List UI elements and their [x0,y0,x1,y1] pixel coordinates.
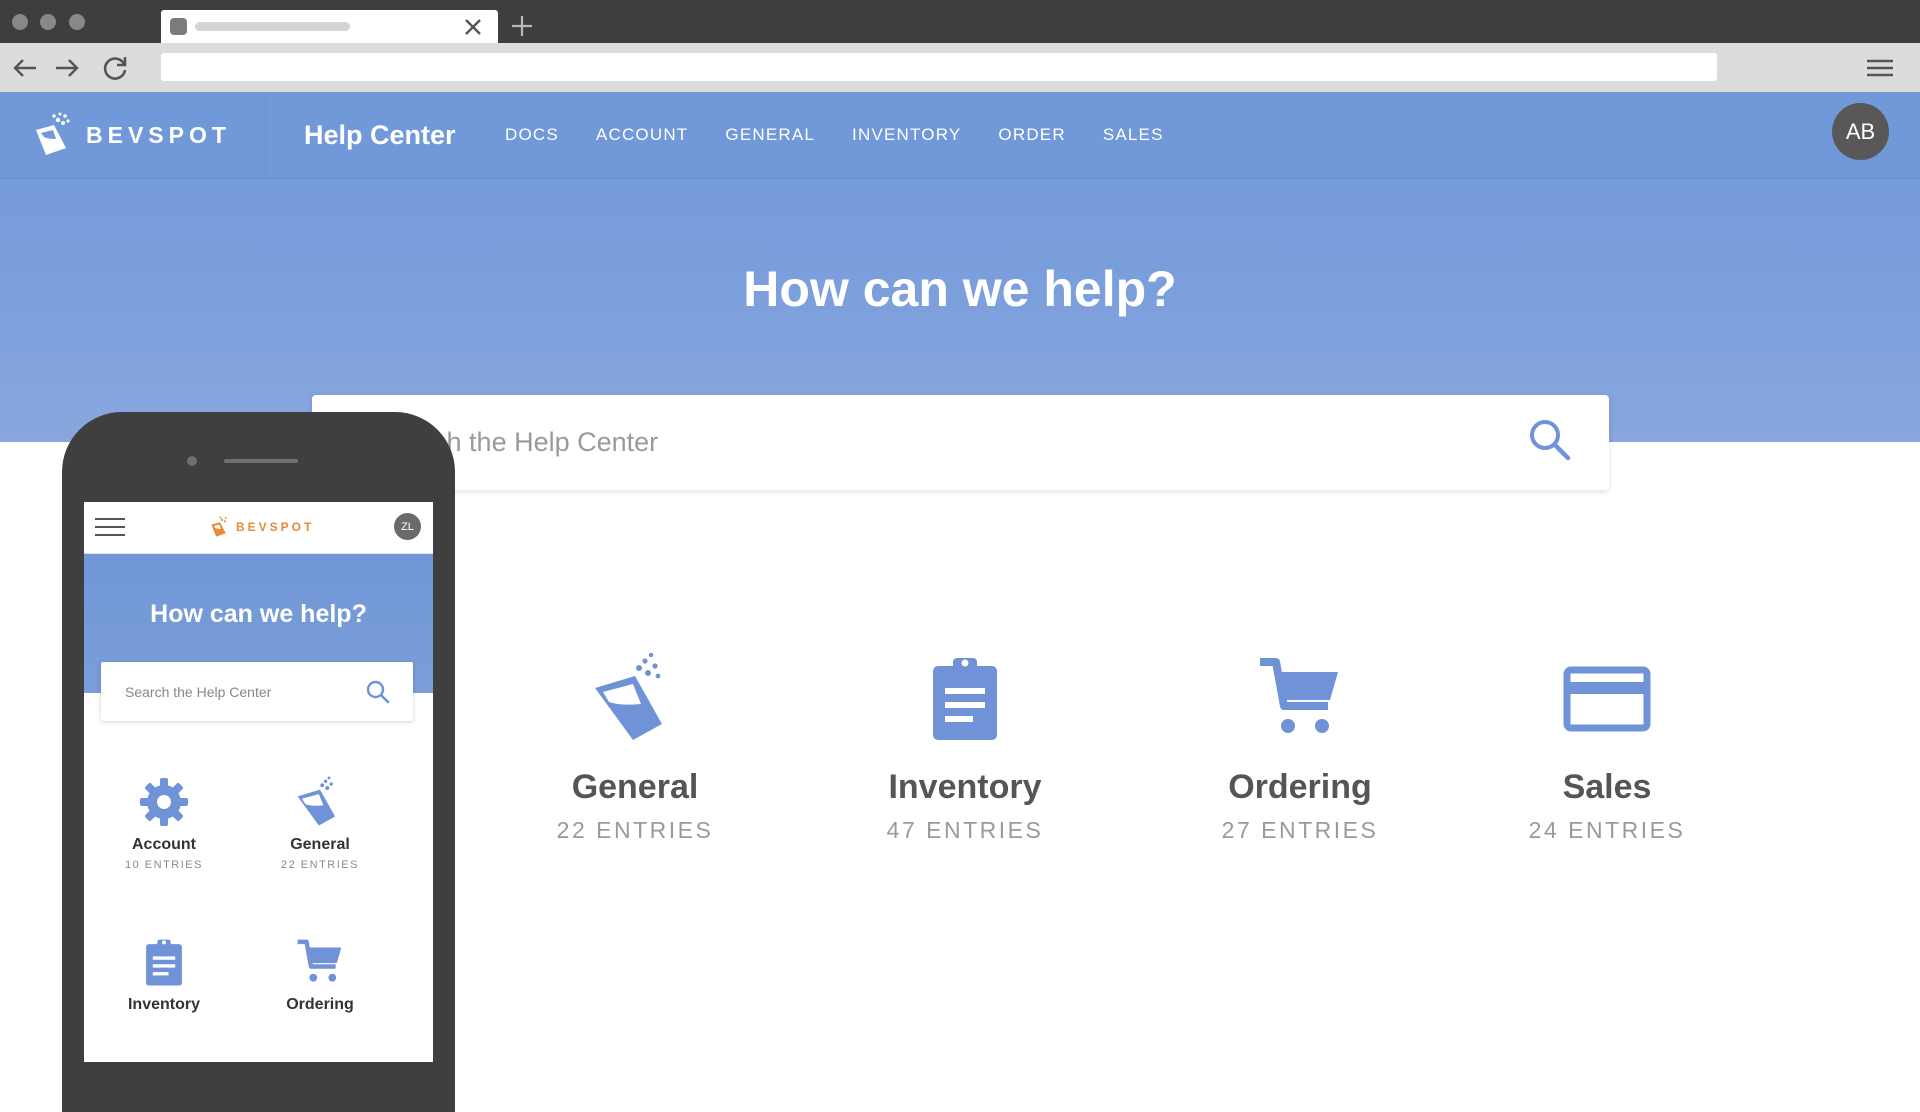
nav-link-account[interactable]: ACCOUNT [596,125,688,145]
help-center-title[interactable]: Help Center [304,120,456,151]
search-box [312,395,1609,490]
favicon-placeholder-icon [170,18,187,35]
search-input[interactable] [374,421,1478,463]
category-label: General [571,768,699,806]
mobile-search-input[interactable] [123,680,357,704]
category-sales[interactable]: Sales 24 ENTRIES [1487,648,1727,844]
category-count: 47 ENTRIES [886,817,1044,843]
mobile-logo-wordmark: BEVSPOT [236,520,315,534]
phone-screen: BEVSPOT ZL How can we help? Search the H… [84,502,433,1062]
mobile-header: BEVSPOT ZL [84,502,433,554]
bevspot-logo-icon [36,112,70,155]
mobile-category-label: Inventory [127,996,200,1013]
address-bar[interactable] [161,53,1717,81]
cart-icon [1260,658,1338,733]
nav-link-order[interactable]: ORDER [998,125,1065,145]
mobile-search-box [101,662,413,721]
category-label: Sales [1562,768,1652,806]
mobile-user-avatar[interactable]: ZL [394,513,421,540]
nav-link-sales[interactable]: SALES [1103,125,1164,145]
mobile-category-label: Account [132,836,196,853]
mobile-category-inventory[interactable]: Inventory [94,934,234,1014]
nav-link-general[interactable]: GENERAL [725,125,815,145]
category-count: 27 ENTRIES [1221,817,1379,843]
hero-section: BEVSPOT Help Center DOCS ACCOUNT GENERAL… [0,92,1920,442]
mobile-logo[interactable]: BEVSPOT [209,516,314,538]
plus-icon[interactable] [508,12,536,40]
mobile-category-ordering[interactable]: Ordering [250,934,390,1014]
category-label: Ordering [1228,768,1372,806]
phone-speaker [224,459,298,463]
top-nav: DOCS ACCOUNT GENERAL INVENTORY ORDER SAL… [505,125,1201,145]
arrow-left-icon[interactable] [10,53,40,83]
mobile-hero-title: How can we help? [150,600,367,628]
arrow-right-icon[interactable] [52,53,82,83]
clipboard-icon [146,939,182,986]
mobile-category-label: General [290,836,350,853]
hero-title: How can we help? [743,261,1177,317]
browser-tab[interactable] [161,10,498,43]
hamburger-menu-icon[interactable] [1864,56,1896,80]
bucket-icon [595,652,662,740]
logo-wordmark: BEVSPOT [86,121,231,148]
category-label: Inventory [888,768,1042,806]
logo[interactable]: BEVSPOT [32,112,231,158]
cart-icon [297,939,342,982]
nav-link-docs[interactable]: DOCS [505,125,559,145]
credit-card-icon [1563,666,1651,732]
category-count: 22 ENTRIES [556,817,714,843]
search-icon[interactable] [365,679,391,705]
phone-camera [187,456,197,466]
category-inventory[interactable]: Inventory 47 ENTRIES [845,648,1085,844]
tab-title-placeholder [195,22,350,31]
category-ordering[interactable]: Ordering 27 ENTRIES [1180,648,1420,844]
user-avatar[interactable]: AB [1832,103,1889,160]
reload-icon[interactable] [100,53,130,83]
phone-mockup: BEVSPOT ZL How can we help? Search the H… [62,412,455,1112]
browser-tabstrip [0,0,1920,43]
bevspot-logo-icon [211,516,227,537]
site-header: BEVSPOT Help Center DOCS ACCOUNT GENERAL… [0,92,1920,179]
gear-icon [140,778,188,826]
browser-toolbar [0,43,1920,92]
window-zoom-dot[interactable] [69,14,85,30]
mobile-category-count: 10 ENTRIES [125,859,203,871]
category-general[interactable]: General 22 ENTRIES [515,648,755,844]
hamburger-menu-icon[interactable] [94,516,126,538]
close-icon[interactable] [461,15,485,39]
nav-link-inventory[interactable]: INVENTORY [852,125,961,145]
window-minimize-dot[interactable] [40,14,56,30]
mobile-category-account[interactable]: Account 10 ENTRIES [94,774,234,871]
category-count: 24 ENTRIES [1528,817,1686,843]
search-icon[interactable] [1527,417,1573,463]
header-divider [265,92,266,178]
mobile-category-general[interactable]: General 22 ENTRIES [250,774,390,871]
window-close-dot[interactable] [12,14,28,30]
mobile-category-label: Ordering [286,996,354,1013]
mobile-category-count: 22 ENTRIES [281,859,359,871]
clipboard-icon [933,658,997,740]
bucket-icon [297,776,336,826]
